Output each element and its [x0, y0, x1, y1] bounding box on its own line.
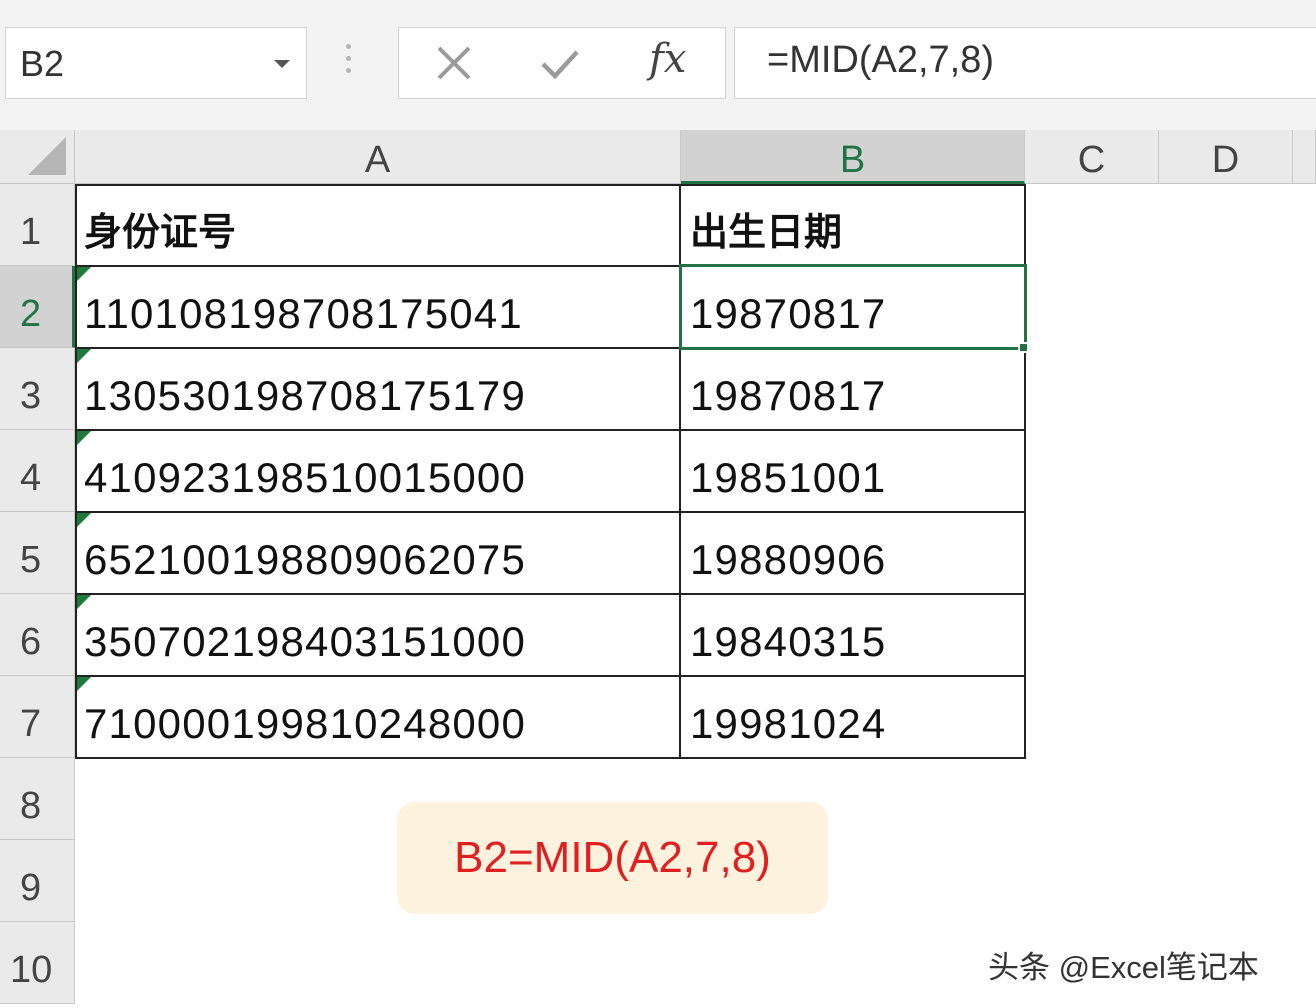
select-all-button[interactable]: [0, 130, 75, 184]
select-all-icon: [28, 137, 66, 175]
active-cell-outline: [679, 264, 1027, 350]
error-indicator-icon[interactable]: [75, 512, 92, 529]
error-indicator-icon[interactable]: [75, 430, 92, 447]
formula-bar: B2 fx =MID(A2,7,8): [0, 0, 1316, 130]
row-header-10[interactable]: 10: [0, 922, 75, 1004]
cell-b5[interactable]: 19880906: [681, 512, 1025, 594]
column-header-a[interactable]: A: [75, 130, 681, 184]
name-box-value: B2: [20, 43, 65, 84]
formula-annotation-text: B2=MID(A2,7,8): [454, 833, 771, 882]
check-icon[interactable]: [539, 42, 581, 84]
column-header-d[interactable]: D: [1159, 130, 1293, 184]
cell-b3[interactable]: 19870817: [681, 348, 1025, 430]
cell-a3[interactable]: 130530198708175179: [75, 348, 681, 430]
cell-b6[interactable]: 19840315: [681, 594, 1025, 676]
close-icon[interactable]: [433, 42, 475, 84]
column-header-b[interactable]: B: [681, 130, 1025, 184]
formula-buttons: fx: [398, 27, 726, 99]
error-indicator-icon[interactable]: [75, 266, 92, 283]
cell-a4[interactable]: 410923198510015000: [75, 430, 681, 512]
row-header-3[interactable]: 3: [0, 348, 75, 430]
cell-a5[interactable]: 652100198809062075: [75, 512, 681, 594]
column-header-e[interactable]: [1293, 130, 1316, 184]
row-header-2[interactable]: 2: [0, 266, 75, 348]
formula-annotation: B2=MID(A2,7,8): [397, 802, 828, 914]
row-header-6[interactable]: 6: [0, 594, 75, 676]
row-header-9[interactable]: 9: [0, 840, 75, 922]
cell-b7[interactable]: 19981024: [681, 676, 1025, 758]
cell-a1[interactable]: 身份证号: [75, 184, 681, 266]
formula-input[interactable]: =MID(A2,7,8): [734, 27, 1316, 99]
cell-b1[interactable]: 出生日期: [681, 184, 1025, 266]
name-box[interactable]: B2: [5, 27, 307, 99]
cell-a6[interactable]: 350702198403151000: [75, 594, 681, 676]
chevron-down-icon[interactable]: [274, 60, 290, 68]
row-header-8[interactable]: 8: [0, 758, 75, 840]
formula-text: =MID(A2,7,8): [767, 39, 995, 81]
error-indicator-icon[interactable]: [75, 594, 92, 611]
row-header-4[interactable]: 4: [0, 430, 75, 512]
formula-bar-grip-icon[interactable]: [346, 44, 352, 80]
fx-icon[interactable]: fx: [649, 36, 686, 82]
row-header-1[interactable]: 1: [0, 184, 75, 266]
cell-b4[interactable]: 19851001: [681, 430, 1025, 512]
cell-a7[interactable]: 710000199810248000: [75, 676, 681, 758]
fill-handle[interactable]: [1018, 342, 1029, 353]
watermark: 头条 @Excel笔记本: [988, 950, 1259, 985]
column-header-c[interactable]: C: [1025, 130, 1159, 184]
row-header-7[interactable]: 7: [0, 676, 75, 758]
error-indicator-icon[interactable]: [75, 676, 92, 693]
row-header-5[interactable]: 5: [0, 512, 75, 594]
cell-a2[interactable]: 110108198708175041: [75, 266, 681, 348]
error-indicator-icon[interactable]: [75, 348, 92, 365]
